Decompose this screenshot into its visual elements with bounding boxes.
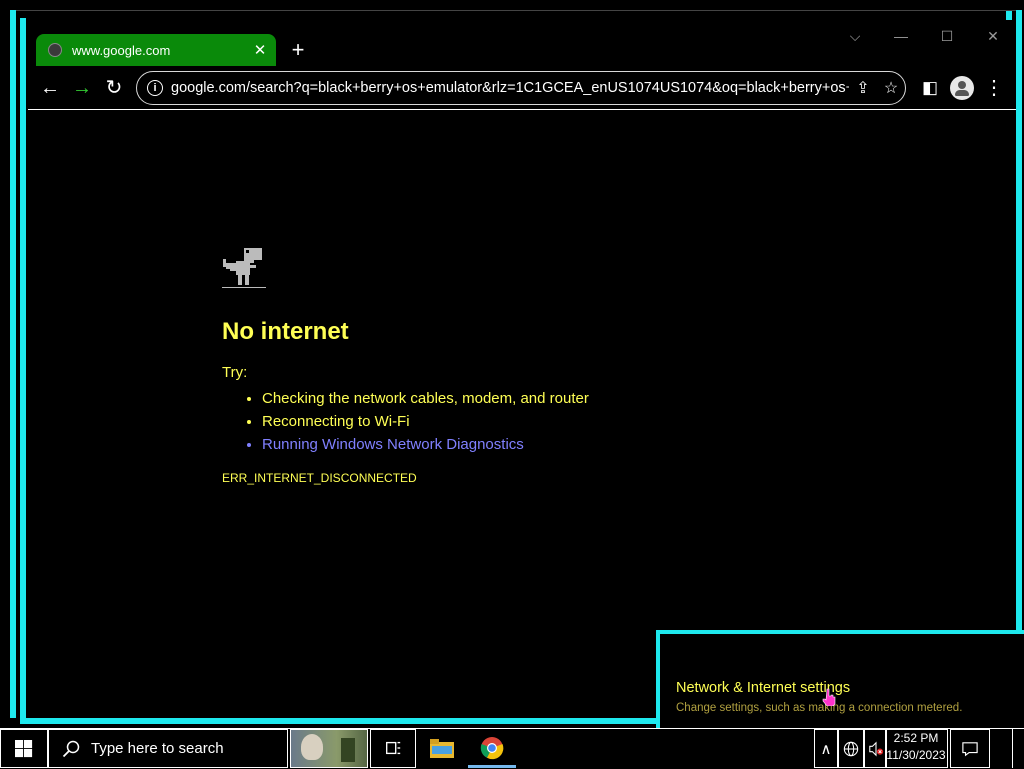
suggestion-item: Reconnecting to Wi-Fi <box>262 410 589 433</box>
tree-illustration-icon <box>341 738 355 762</box>
window-border-right-outer <box>1006 10 1012 20</box>
share-icon[interactable]: ⇪ <box>849 78 877 98</box>
notification-icon <box>962 742 978 757</box>
show-desktop-button[interactable] <box>1012 729 1024 768</box>
tab-title: www.google.com <box>72 42 171 58</box>
windows-logo-icon <box>15 740 33 758</box>
tab-close-icon[interactable]: ✕ <box>250 41 270 59</box>
globe-network-icon <box>843 741 859 757</box>
window-border-bottom <box>20 718 660 724</box>
reload-button[interactable]: ↻ <box>102 76 126 100</box>
folder-icon <box>430 739 454 758</box>
suggestion-item: Checking the network cables, modem, and … <box>262 387 589 410</box>
taskbar-search-input[interactable]: Type here to search <box>48 729 288 768</box>
volume-tray-button[interactable] <box>864 729 886 768</box>
search-icon <box>62 740 80 757</box>
offline-dino-icon <box>222 248 266 288</box>
notification-center-button[interactable] <box>950 729 990 768</box>
window-border-right <box>1016 10 1022 630</box>
window-border-left <box>10 10 16 718</box>
address-bar[interactable]: i google.com/search?q=black+berry+os+emu… <box>136 71 906 105</box>
chrome-taskbar-button[interactable] <box>468 729 516 768</box>
error-code: ERR_INTERNET_DISCONNECTED <box>222 471 417 485</box>
minimize-button[interactable]: — <box>890 26 912 46</box>
toolbar-divider <box>28 109 1016 110</box>
speaker-muted-icon <box>869 741 884 757</box>
tray-overflow-chevron-icon[interactable]: ∧ <box>814 729 838 768</box>
person-illustration-icon <box>301 734 323 760</box>
network-settings-subtitle: Change settings, such as making a connec… <box>676 702 963 714</box>
start-button[interactable] <box>0 729 48 768</box>
search-placeholder: Type here to search <box>91 740 224 757</box>
task-view-button[interactable] <box>370 729 416 768</box>
window-border-top <box>16 10 1016 11</box>
try-label: Try: <box>222 364 248 381</box>
chrome-icon <box>480 737 504 760</box>
site-info-icon[interactable]: i <box>147 80 163 96</box>
file-explorer-button[interactable] <box>418 729 466 768</box>
clock-date: 11/30/2023 <box>886 748 946 762</box>
error-heading: No internet <box>222 318 349 345</box>
task-view-icon <box>386 741 401 755</box>
forward-button[interactable]: → <box>70 76 94 100</box>
news-weather-widget[interactable] <box>290 729 368 768</box>
network-diagnostics-link[interactable]: Running Windows Network Diagnostics <box>262 433 589 456</box>
clock-time: 2:52 PM <box>893 731 939 745</box>
new-tab-button[interactable]: + <box>288 38 308 62</box>
profile-avatar-icon[interactable] <box>950 76 974 100</box>
side-panel-icon[interactable]: ◧ <box>918 76 942 100</box>
clock: 2:52 PM 11/30/2023 <box>886 730 946 764</box>
hand-cursor-icon <box>822 688 836 706</box>
close-window-button[interactable]: ✕ <box>982 26 1004 46</box>
network-tray-button[interactable] <box>838 729 864 768</box>
bookmark-star-icon[interactable]: ☆ <box>877 78 905 98</box>
url-text[interactable]: google.com/search?q=black+berry+os+emula… <box>171 80 849 96</box>
menu-kebab-icon[interactable]: ⋮ <box>982 76 1006 100</box>
suggestion-list: Checking the network cables, modem, and … <box>244 387 589 456</box>
maximize-button[interactable]: ☐ <box>936 26 958 46</box>
window-border-left-inner <box>20 18 26 724</box>
tab-search-icon[interactable]: ⌵ <box>844 26 866 46</box>
browser-tab[interactable]: www.google.com ✕ <box>36 34 276 66</box>
back-button[interactable]: ← <box>38 76 62 100</box>
globe-icon <box>48 43 62 57</box>
